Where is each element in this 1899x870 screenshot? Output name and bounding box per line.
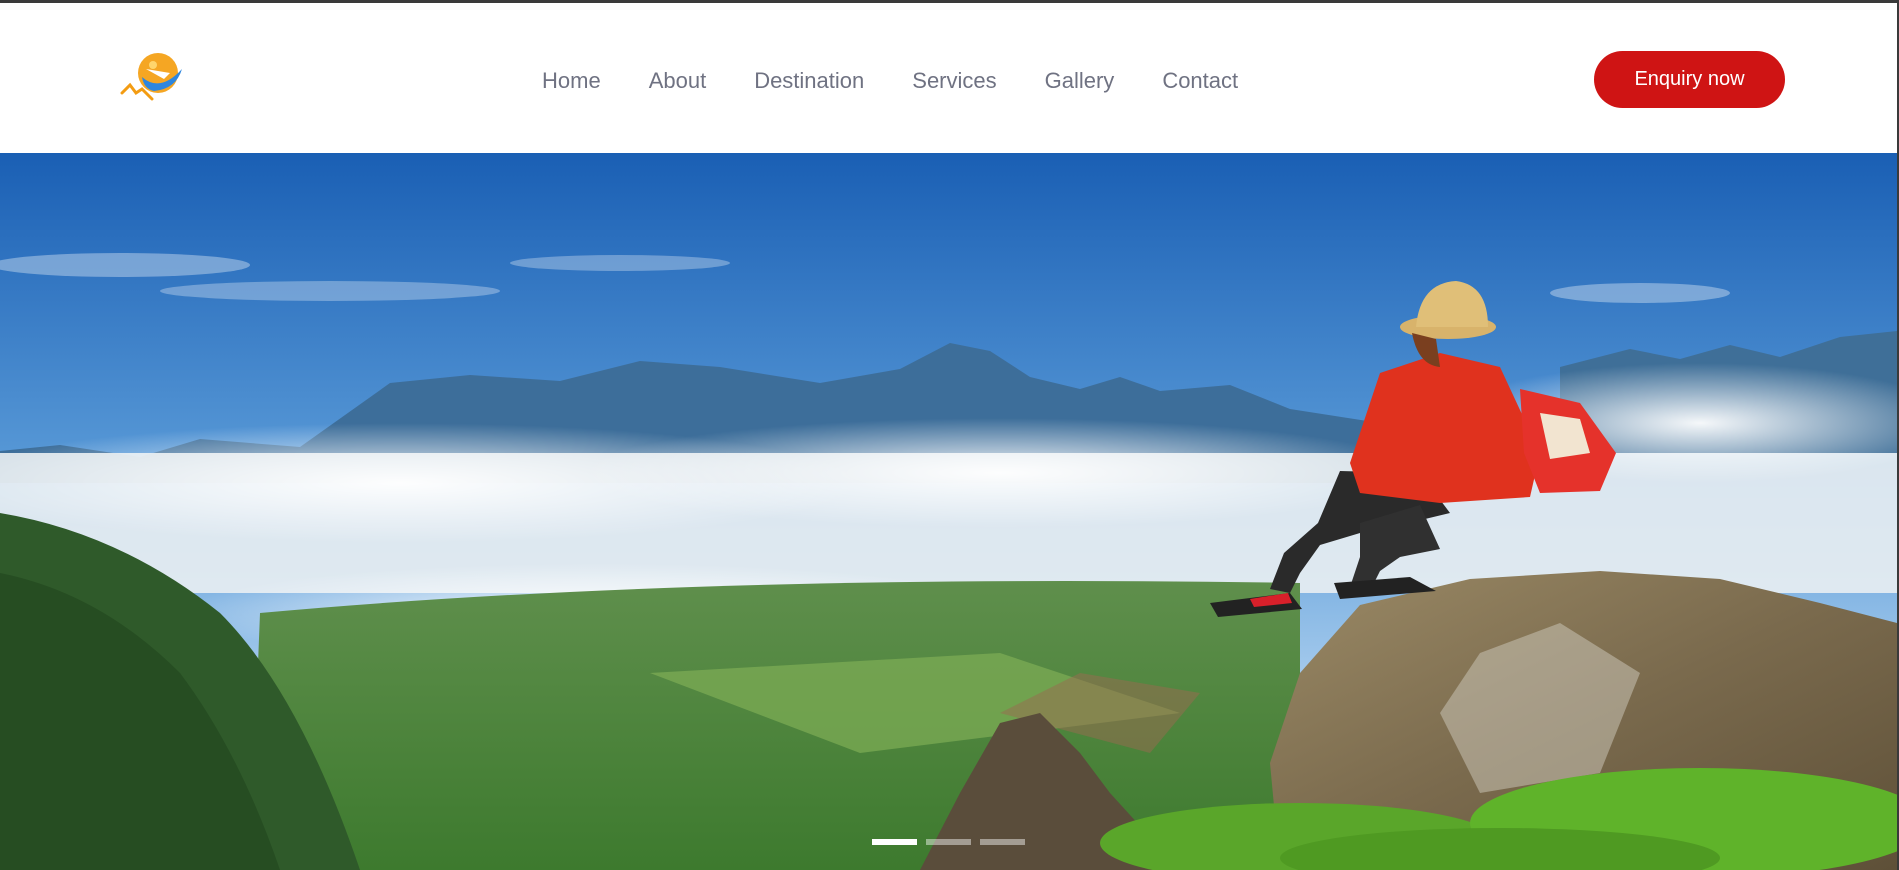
slider-dot-2[interactable] xyxy=(926,839,971,845)
nav-link-destination[interactable]: Destination xyxy=(754,68,864,94)
site-header: Home About Destination Services Gallery … xyxy=(0,3,1897,153)
nav-link-services[interactable]: Services xyxy=(912,68,996,94)
slider-dots xyxy=(872,839,1025,845)
hero-image xyxy=(0,153,1897,870)
nav-link-about[interactable]: About xyxy=(649,68,707,94)
nav-link-gallery[interactable]: Gallery xyxy=(1045,68,1115,94)
hero-banner xyxy=(0,153,1897,870)
travel-logo-icon[interactable] xyxy=(120,49,188,111)
nav-link-contact[interactable]: Contact xyxy=(1162,68,1238,94)
slider-dot-1[interactable] xyxy=(872,839,917,845)
main-nav: Home About Destination Services Gallery … xyxy=(542,63,1286,99)
page-frame: Home About Destination Services Gallery … xyxy=(0,3,1897,870)
nav-link-home[interactable]: Home xyxy=(542,68,601,94)
enquiry-now-button[interactable]: Enquiry now xyxy=(1594,51,1785,108)
slider-dot-3[interactable] xyxy=(980,839,1025,845)
